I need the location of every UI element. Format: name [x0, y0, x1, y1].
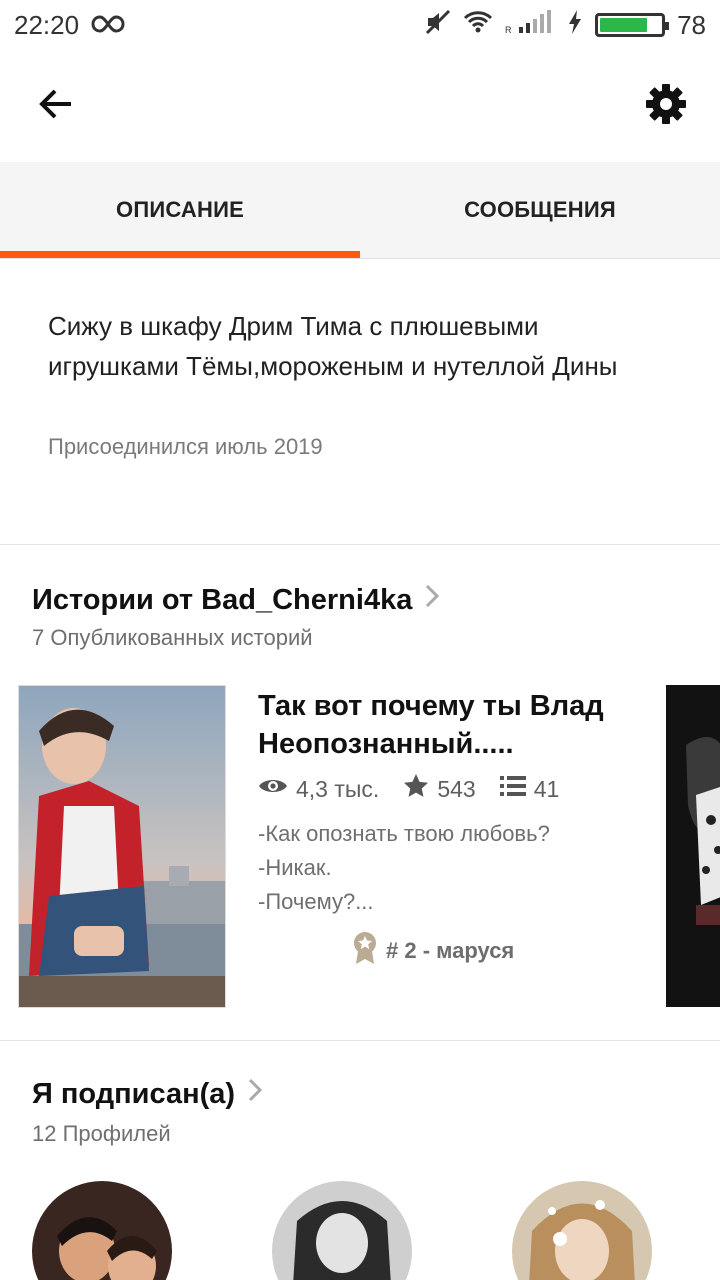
status-right: R 78 — [425, 9, 706, 42]
next-story-cover[interactable] — [666, 685, 720, 1007]
story-cover[interactable] — [18, 685, 226, 1008]
arrow-left-icon — [38, 88, 74, 125]
avatar[interactable] — [512, 1181, 652, 1280]
battery-percent: 78 — [677, 9, 706, 40]
mute-icon — [425, 9, 451, 42]
story-title[interactable]: Так вот почему ты Влад Неопознанный..... — [258, 687, 628, 763]
following-title-link[interactable]: Я подписан(а) — [32, 1077, 263, 1111]
app-bar — [0, 50, 720, 162]
settings-button[interactable] — [642, 82, 690, 130]
parts-count: 41 — [533, 775, 560, 802]
list-icon — [499, 775, 526, 803]
story-rank: # 2 - маруся — [352, 931, 514, 971]
star-icon — [403, 773, 429, 805]
tab-messages[interactable]: СООБЩЕНИЯ — [360, 162, 720, 258]
battery-fill — [600, 18, 647, 32]
eye-icon — [258, 775, 288, 803]
profile-description: Сижу в шкафу Дрим Тима с плюшевыми игруш… — [48, 311, 618, 381]
tab-messages-label: СООБЩЕНИЯ — [464, 197, 616, 222]
avatar[interactable] — [32, 1181, 172, 1280]
about-section: Сижу в шкафу Дрим Тима с плюшевыми игруш… — [0, 258, 720, 545]
rank-label: # 2 - маруся — [386, 938, 515, 963]
reads-stat: 4,3 тыс. — [258, 775, 379, 803]
ribbon-badge-icon — [352, 931, 378, 971]
chevron-right-icon — [247, 1077, 263, 1111]
battery-icon — [595, 13, 670, 37]
following-section: Я подписан(а) 12 Профилей — [0, 1041, 720, 1280]
tab-description-label: ОПИСАНИЕ — [116, 197, 244, 222]
svg-text:R: R — [505, 25, 512, 35]
status-bar: 22:20 R 78 — [0, 0, 720, 50]
chevron-right-icon — [424, 583, 440, 617]
votes-stat: 543 — [403, 773, 476, 805]
avatar[interactable] — [272, 1181, 412, 1280]
votes-count: 543 — [437, 775, 476, 802]
back-button[interactable] — [32, 82, 80, 130]
reads-count: 4,3 тыс. — [296, 775, 380, 802]
signal-icon: R — [505, 9, 555, 42]
status-left: 22:20 — [14, 10, 125, 41]
following-count: 12 Профилей — [32, 1121, 171, 1146]
status-time: 22:20 — [14, 9, 80, 40]
charging-icon — [567, 9, 583, 42]
stories-title-link[interactable]: Истории от Bad_Cherni4ka — [32, 583, 440, 617]
following-title: Я подписан(а) — [32, 1077, 236, 1110]
gear-icon — [645, 83, 687, 130]
stories-section: Истории от Bad_Cherni4ka 7 Опубликованны… — [0, 545, 720, 1041]
story-stats: 4,3 тыс. 543 41 — [258, 773, 559, 805]
profile-tabs: ОПИСАНИЕ СООБЩЕНИЯ — [0, 162, 720, 259]
tab-description[interactable]: ОПИСАНИЕ — [0, 162, 360, 258]
story-description: -Как опознать твою любовь? -Никак. -Поче… — [258, 821, 550, 914]
stories-count: 7 Опубликованных историй — [32, 625, 313, 650]
parts-stat: 41 — [499, 775, 560, 803]
wifi-icon — [463, 10, 493, 41]
infinity-icon — [91, 10, 125, 41]
joined-date: Присоединился июль 2019 — [48, 434, 323, 459]
stories-title: Истории от Bad_Cherni4ka — [32, 583, 413, 616]
